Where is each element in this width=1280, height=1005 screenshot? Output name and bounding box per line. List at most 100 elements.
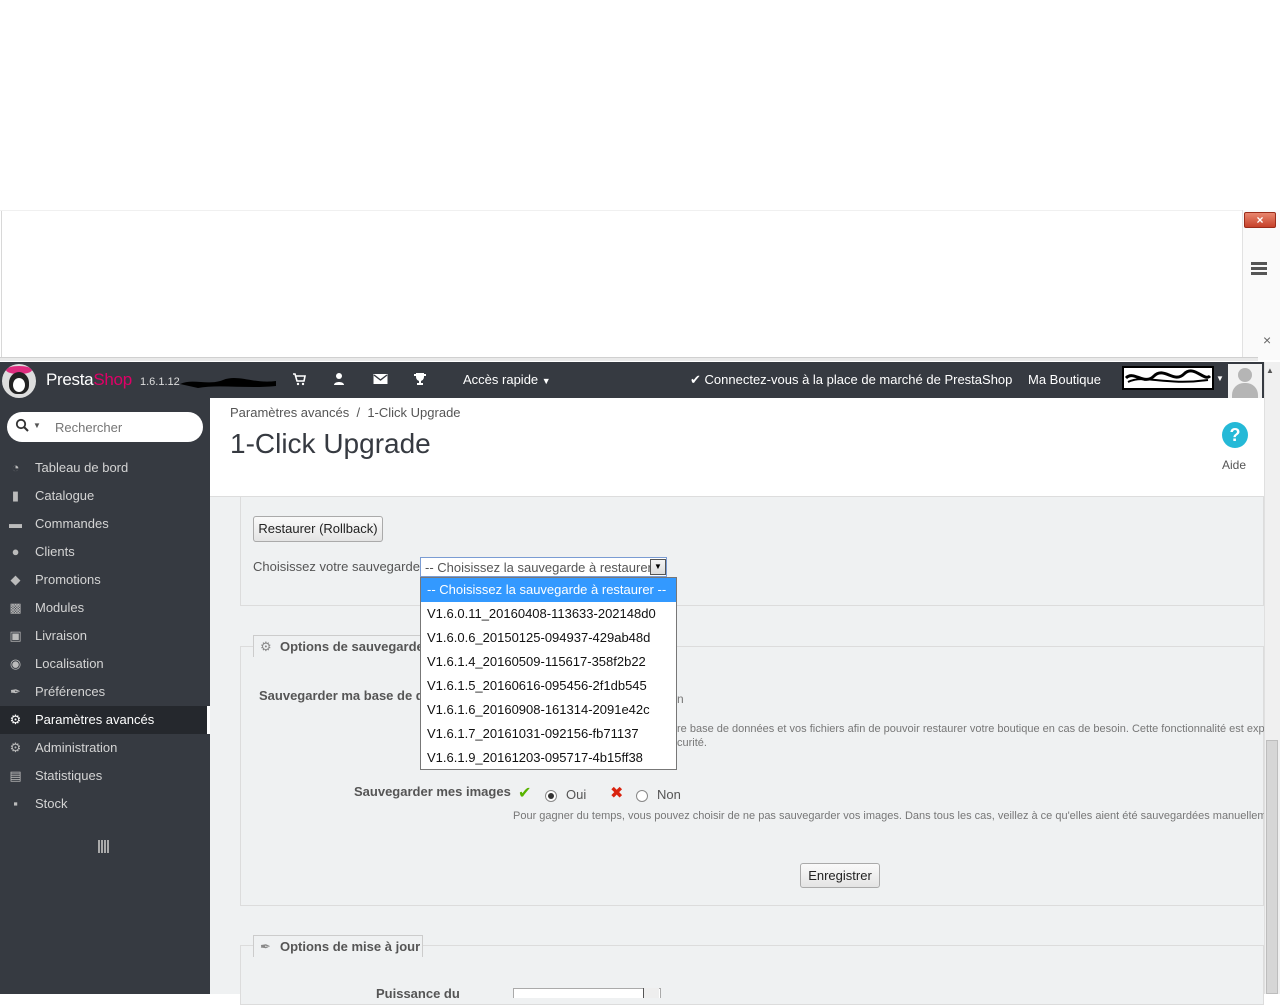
sidebar-item-stats[interactable]: ▤ Statistiques bbox=[0, 762, 210, 790]
sidebar-item-label: Administration bbox=[35, 740, 118, 755]
cart-icon[interactable] bbox=[290, 372, 308, 388]
breadcrumb: Paramètres avancés / 1-Click Upgrade bbox=[230, 405, 461, 420]
scrollbar-thumb[interactable] bbox=[1266, 740, 1278, 994]
sidebar-item-catalog[interactable]: ▮ Catalogue bbox=[0, 482, 210, 510]
trophy-icon[interactable] bbox=[411, 372, 429, 388]
search-box[interactable]: ▼ bbox=[7, 412, 203, 442]
sidebar-item-advanced-parameters[interactable]: ⚙ Paramètres avancés bbox=[0, 706, 210, 734]
dropdown-option[interactable]: V1.6.1.4_20160509-115617-358f2b22 bbox=[421, 650, 676, 674]
envelope-icon[interactable] bbox=[371, 372, 389, 388]
hamburger-icon[interactable] bbox=[1251, 262, 1267, 276]
choose-backup-label: Choisissez votre sauvegarde : bbox=[253, 559, 428, 574]
user-icon[interactable] bbox=[330, 372, 348, 388]
sidebar-item-shipping[interactable]: ▣ Livraison bbox=[0, 622, 210, 650]
caret-down-icon[interactable]: ▼ bbox=[33, 421, 41, 430]
redacted-employee-name[interactable] bbox=[1122, 366, 1214, 390]
brand-presta: Presta bbox=[46, 370, 94, 389]
tags-icon: ◆ bbox=[10, 572, 21, 587]
no-label[interactable]: Non bbox=[657, 787, 681, 802]
dropdown-option[interactable]: V1.6.1.6_20160908-161314-2091e42c bbox=[421, 698, 676, 722]
search-icon[interactable] bbox=[15, 418, 29, 432]
cog-icon: ⚙ bbox=[9, 740, 22, 755]
sidebar-item-label: Tableau de bord bbox=[35, 460, 129, 475]
blank-area bbox=[0, 0, 1280, 210]
rollback-button[interactable]: Restaurer (Rollback) bbox=[253, 516, 383, 542]
chevron-down-icon[interactable] bbox=[643, 988, 659, 998]
sidebar-item-label: Promotions bbox=[35, 572, 101, 587]
brand-name[interactable]: PrestaShop bbox=[46, 370, 132, 390]
backup-dropdown-list[interactable]: -- Choisissez la sauvegarde à restaurer … bbox=[420, 577, 677, 770]
sidebar-item-label: Stock bbox=[35, 796, 68, 811]
yes-label[interactable]: Oui bbox=[566, 787, 586, 802]
dropdown-option[interactable]: V1.6.1.5_20160616-095456-2f1db545 bbox=[421, 674, 676, 698]
backup-images-label: Sauvegarder mes images bbox=[354, 784, 511, 799]
caret-down-icon[interactable]: ▼ bbox=[1216, 374, 1224, 383]
sidebar-item-localization[interactable]: ◉ Localisation bbox=[0, 650, 210, 678]
marketplace-label: Connectez-vous à la place de marché de P… bbox=[704, 372, 1013, 387]
users-icon: ● bbox=[11, 544, 20, 559]
backup-images-yes-radio[interactable] bbox=[545, 790, 557, 802]
sidebar: ▼ ◔ Tableau de bord ▮ Catalogue ▬ Commandes… bbox=[0, 398, 210, 994]
archive-icon: ▪ bbox=[13, 796, 18, 811]
browser-frame bbox=[1, 211, 1242, 357]
sidebar-item-preferences[interactable]: ✒ Préférences bbox=[0, 678, 210, 706]
search-input[interactable] bbox=[55, 416, 195, 438]
save-button[interactable]: Enregistrer bbox=[800, 863, 880, 888]
close-icon[interactable]: × bbox=[1263, 333, 1275, 347]
sidebar-item-label: Commandes bbox=[35, 516, 109, 531]
my-shop-link[interactable]: Ma Boutique bbox=[1028, 372, 1101, 387]
scroll-up-icon[interactable]: ▲ bbox=[1266, 366, 1274, 375]
sidebar-item-orders[interactable]: ▬ Commandes bbox=[0, 510, 210, 538]
sidebar-item-administration[interactable]: ⚙ Administration bbox=[0, 734, 210, 762]
cross-icon: ✖ bbox=[610, 785, 624, 802]
dropdown-option[interactable]: -- Choisissez la sauvegarde à restaurer … bbox=[421, 578, 676, 602]
dropdown-option[interactable]: V1.6.0.6_20150125-094937-429ab48d bbox=[421, 626, 676, 650]
prestashop-logo[interactable] bbox=[2, 364, 36, 398]
version-label: 1.6.1.12 bbox=[140, 376, 180, 388]
dropdown-option[interactable]: V1.6.1.7_20161031-092156-fb71137 bbox=[421, 722, 676, 746]
redacted-shop-name bbox=[180, 378, 276, 388]
sidebar-item-promotions[interactable]: ◆ Promotions bbox=[0, 566, 210, 594]
sidebar-item-dashboard[interactable]: ◔ Tableau de bord bbox=[0, 454, 210, 482]
marketplace-link[interactable]: ✔ Connectez-vous à la place de marché de… bbox=[690, 372, 1012, 388]
dropdown-option[interactable]: V1.6.0.11_20160408-113633-202148d0 bbox=[421, 602, 676, 626]
sidebar-item-label: Clients bbox=[35, 544, 75, 559]
globe-icon: ◉ bbox=[9, 656, 22, 671]
upgrade-option-select[interactable] bbox=[513, 988, 661, 998]
quick-access-menu[interactable]: Accès rapide ▼ bbox=[463, 372, 551, 387]
sidebar-item-label: Catalogue bbox=[35, 488, 95, 503]
backup-db-help: re base de données et vos fichiers afin … bbox=[677, 723, 1264, 735]
backup-select-value: -- Choisissez la sauvegarde à restaurer … bbox=[425, 560, 651, 575]
truck-icon: ▣ bbox=[9, 628, 22, 643]
avatar[interactable] bbox=[1228, 364, 1262, 398]
dropdown-option[interactable]: V1.6.1.9_20161203-095717-4b15ff38 bbox=[421, 746, 676, 770]
wrench-icon: ✒ bbox=[260, 939, 271, 954]
help-label[interactable]: Aide bbox=[1222, 458, 1246, 472]
divider bbox=[0, 357, 1258, 361]
backup-db-help-cont: curité. bbox=[677, 737, 707, 749]
sidebar-item-stock[interactable]: ▪ Stock bbox=[0, 790, 210, 818]
book-icon: ▮ bbox=[11, 488, 20, 503]
puzzle-icon: ▩ bbox=[9, 600, 22, 615]
backup-db-option-tail: n bbox=[677, 692, 684, 706]
quick-access-label: Accès rapide bbox=[463, 372, 539, 387]
chevron-down-icon[interactable]: ▼ bbox=[650, 559, 666, 575]
page-title: 1-Click Upgrade bbox=[230, 428, 431, 459]
sidebar-item-modules[interactable]: ▩ Modules bbox=[0, 594, 210, 622]
sidebar-item-label: Localisation bbox=[35, 656, 104, 671]
sidebar-item-label: Livraison bbox=[35, 628, 88, 643]
breadcrumb-parent[interactable]: Paramètres avancés bbox=[230, 405, 349, 420]
backup-options-legend: ⚙ Options de sauvegarde bbox=[253, 635, 424, 657]
admin-header: PrestaShop 1.6.1.12 Accès rapide ▼ ✔ Con… bbox=[0, 362, 1264, 398]
page-header: Paramètres avancés / 1-Click Upgrade 1-C… bbox=[210, 398, 1264, 497]
collapse-sidebar-icon[interactable] bbox=[98, 840, 112, 856]
help-icon[interactable]: ? bbox=[1222, 422, 1248, 448]
sidebar-item-customers[interactable]: ● Clients bbox=[0, 538, 210, 566]
backup-images-no-radio[interactable] bbox=[636, 790, 648, 802]
window-close-button[interactable]: × bbox=[1244, 212, 1276, 228]
breadcrumb-separator: / bbox=[356, 405, 361, 420]
brand-shop: Shop bbox=[93, 370, 132, 389]
check-icon: ✔ bbox=[518, 785, 532, 802]
backup-select[interactable]: -- Choisissez la sauvegarde à restaurer … bbox=[420, 557, 667, 577]
credit-card-icon: ▬ bbox=[9, 516, 22, 531]
